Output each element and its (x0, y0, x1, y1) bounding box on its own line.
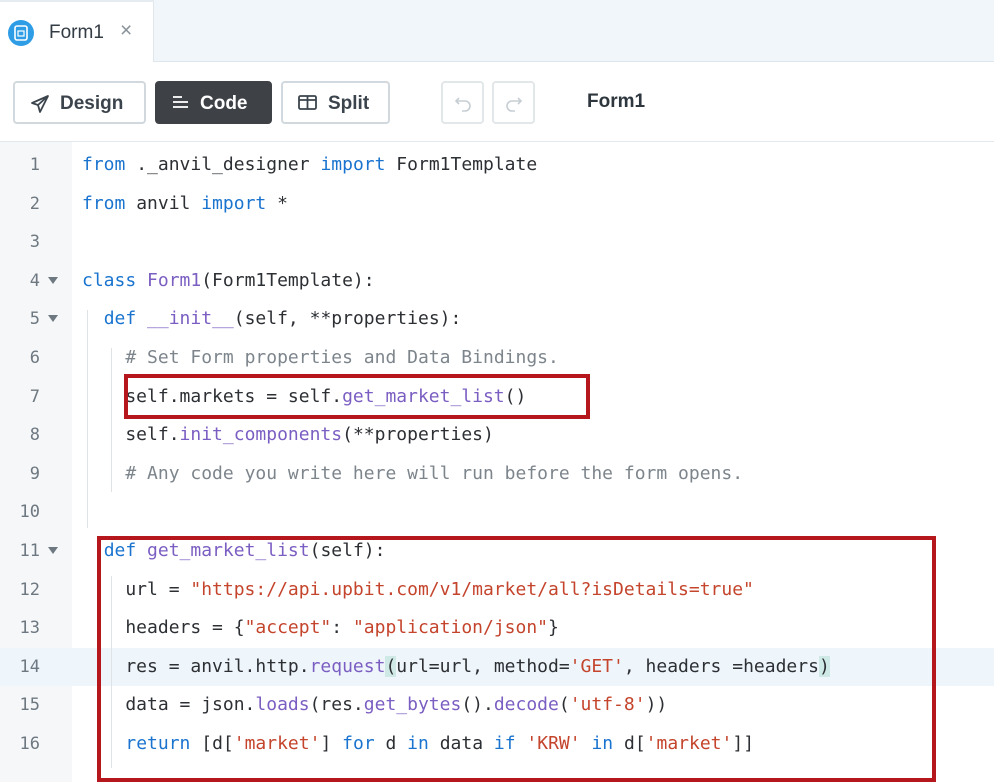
tab-form1[interactable]: Form1 × (0, 0, 154, 63)
line-number: 1 (29, 155, 40, 175)
code-line[interactable]: 5 def __init__(self, **properties): (0, 300, 994, 338)
code-token: __init__ (147, 308, 234, 330)
code-token: Form1Template (385, 154, 538, 175)
code-editor[interactable]: 1 from ._anvil_designer import Form1Templ… (0, 142, 994, 782)
code-token: (Form1Template): (201, 269, 375, 291)
line-number: 2 (29, 193, 40, 214)
split-button[interactable]: Split (281, 81, 390, 124)
line-number: 13 (19, 618, 40, 639)
code-line[interactable]: 9 # Any code you write here will run bef… (0, 455, 994, 493)
form-file-icon (8, 20, 34, 46)
fold-arrow-icon[interactable] (48, 315, 58, 323)
code-token: ._anvil_designer (125, 154, 321, 175)
line-number: 5 (29, 309, 40, 330)
line-number: 7 (29, 386, 40, 407)
code-line[interactable]: 8 self.init_components(**properties) (0, 416, 994, 454)
line-number: 11 (19, 541, 40, 561)
form-name-title: Form1 (587, 91, 646, 112)
tab-bar: Form1 × (0, 0, 994, 63)
line-number: 15 (19, 695, 40, 716)
indent-guide (87, 310, 88, 528)
code-token: def (103, 308, 137, 330)
highlight-box-markets-call (124, 374, 590, 419)
code-text: from ._anvil_designer import Form1Templa… (82, 146, 537, 184)
code-button-label: Code (200, 93, 248, 114)
line-number: 8 (29, 425, 40, 446)
code-line[interactable]: 4 class Form1(Form1Template): (0, 262, 994, 300)
code-line[interactable]: 1 from ._anvil_designer import Form1Templ… (0, 146, 994, 184)
code-text: self.init_components(**properties) (82, 416, 494, 454)
undo-button[interactable] (441, 81, 484, 124)
indent-guide (111, 348, 112, 492)
line-number: 14 (19, 656, 40, 677)
line-number: 16 (19, 734, 40, 754)
design-button-label: Design (60, 93, 124, 114)
line-number: 10 (19, 502, 40, 523)
design-button[interactable]: Design (13, 81, 146, 124)
code-line[interactable]: 3 (0, 223, 994, 261)
code-token: anvil (125, 192, 202, 214)
redo-button[interactable] (492, 81, 535, 124)
code-token: class (82, 269, 137, 291)
code-button[interactable]: Code (155, 81, 272, 124)
code-lines-icon (172, 94, 190, 118)
code-token: * (266, 192, 288, 214)
code-token: import (201, 192, 267, 214)
code-token: # Any code you write here will run befor… (125, 462, 744, 484)
code-token: Form1 (147, 269, 202, 291)
code-token: import (320, 154, 386, 175)
paper-plane-icon (30, 94, 50, 120)
code-text: def __init__(self, **properties): (82, 300, 462, 338)
line-number: 9 (29, 463, 40, 484)
editor-toolbar: Design Code Split Form1 (0, 62, 994, 142)
code-line[interactable]: 10 (0, 493, 994, 531)
code-token: # Set Form properties and Data Bindings. (125, 347, 559, 368)
code-text: class Form1(Form1Template): (82, 262, 375, 300)
code-text: # Any code you write here will run befor… (82, 455, 743, 493)
line-number: 6 (29, 348, 40, 368)
fold-arrow-icon[interactable] (48, 547, 58, 554)
line-number: 12 (19, 579, 40, 600)
code-token: (self, **properties): (233, 308, 462, 330)
close-icon[interactable]: × (120, 19, 132, 43)
code-token: self. (82, 424, 180, 446)
code-token: init_components (179, 424, 343, 446)
fold-arrow-icon[interactable] (48, 276, 58, 284)
tab-title: Form1 (49, 22, 104, 43)
split-button-label: Split (328, 93, 370, 114)
line-number: 4 (29, 270, 40, 291)
code-token: (**properties) (342, 424, 494, 446)
line-number: 3 (29, 232, 40, 253)
highlight-box-get-market-list (97, 536, 936, 782)
code-line[interactable]: 2 from anvil import * (0, 185, 994, 223)
split-view-icon (298, 94, 318, 118)
code-text: from anvil import * (82, 185, 288, 223)
code-token: from (82, 192, 126, 214)
code-token: from (82, 154, 126, 175)
code-text: # Set Form properties and Data Bindings. (82, 339, 559, 377)
code-line[interactable]: 6 # Set Form properties and Data Binding… (0, 339, 994, 377)
